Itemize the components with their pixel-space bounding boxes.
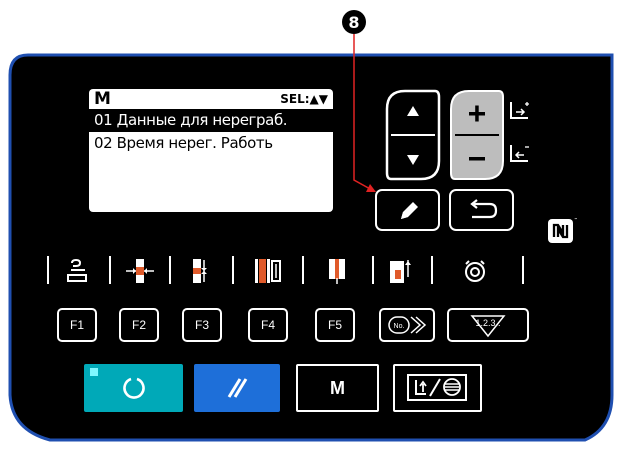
separator [47,256,49,284]
presser-foot-up-icon [510,102,529,119]
return-button[interactable] [449,189,514,231]
f5-button[interactable]: F5 [315,308,355,342]
separator [431,256,433,284]
separator [109,256,111,284]
up-button[interactable] [388,92,438,135]
presser-foot-down-icon [510,145,529,162]
number-arrow-icon: No. [388,316,427,334]
minus-button[interactable] [452,137,502,180]
ready-led [90,368,98,376]
f2-button[interactable]: F2 [119,308,159,342]
minus-icon [469,157,485,161]
counter-button[interactable]: 1.2.3.. [447,308,529,342]
stitch-length-icon [329,259,345,284]
down-button[interactable] [388,137,438,180]
lcd-menu-item-02[interactable]: 02 Время нерег. Работь [89,132,333,155]
slash-icon [227,378,248,398]
triangle-down-icon [407,155,419,165]
stitch-offset-icon [390,260,411,283]
m-label: M [330,377,345,398]
center-stitch-icon [126,259,154,283]
pencil-icon [400,202,418,219]
f1-button[interactable]: F1 [57,308,97,342]
separator [232,256,234,284]
lcd-sel-label: SEL:▲▼ [280,92,328,106]
bartack-stitch-icon [193,259,207,283]
lcd-header: M SEL:▲▼ [89,89,333,109]
power-ring-icon [123,377,145,399]
nfc-icon: ™ [548,217,577,243]
lcd-menu-item-01[interactable]: 01 Данные для нерегpаб. [89,109,333,132]
f2-label: F2 [131,318,146,332]
return-arrow-icon [469,199,497,219]
lcd-display: M SEL:▲▼ 01 Данные для нерегpаб. 02 Врем… [89,89,333,212]
f4-label: F4 [260,318,275,332]
separator [372,256,374,284]
f5-label: F5 [327,318,342,332]
f4-button[interactable]: F4 [248,308,288,342]
triangle-up-icon [407,106,419,116]
bobbin-winder-button[interactable] [393,364,482,412]
counter-label: 1.2.3.. [475,318,500,328]
mode-button[interactable]: M [296,364,379,412]
thread-trimmer-icon [67,258,87,282]
reset-button[interactable] [194,364,280,412]
f3-label: F3 [194,318,209,332]
plus-button[interactable] [452,92,502,135]
lcd-mode-label: M [94,89,111,109]
f3-button[interactable]: F3 [182,308,222,342]
f1-label: F1 [69,318,84,332]
svg-text:™: ™ [574,217,577,222]
separator [302,256,304,284]
double-stitch-icon [255,259,281,283]
edit-button[interactable] [375,189,440,231]
presser-bobbin-icon [406,374,467,401]
ready-button[interactable] [84,364,183,412]
counter-icon: 1.2.3.. [470,315,506,338]
separator [522,256,524,284]
separator [169,256,171,284]
plus-icon [469,105,485,122]
pattern-number-button[interactable]: No. [379,308,435,342]
no-label: No. [394,323,405,330]
bobbin-counter-icon [465,260,485,282]
